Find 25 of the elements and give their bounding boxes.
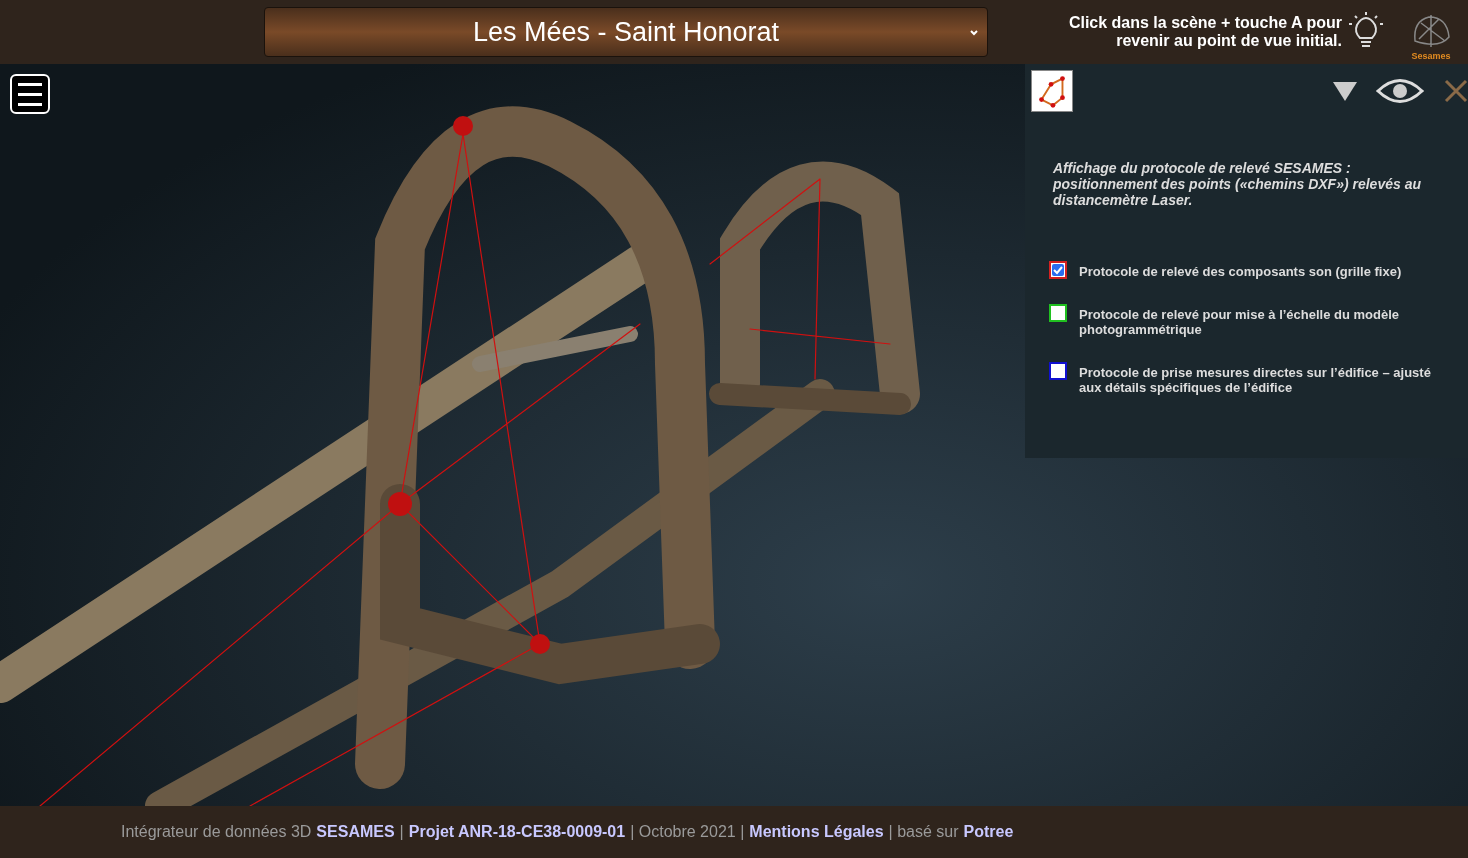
site-select[interactable]: Les Mées - Saint Honorat [264, 7, 988, 57]
footer-link[interactable]: Mentions Légales [749, 823, 884, 841]
layer-checkbox[interactable] [1049, 304, 1067, 322]
footer-text: | [399, 823, 404, 841]
footer-text: | basé sur [888, 823, 959, 841]
eye-icon[interactable] [1376, 78, 1424, 104]
footer-link[interactable]: Potree [963, 823, 1014, 841]
reset-view-hint: Click dans la scène + touche A pour revenir au point de vue initial. [1067, 14, 1342, 50]
layer-checkbox[interactable] [1049, 261, 1067, 279]
layer-label: Protocole de relevé des composants son (grille fixe) [1079, 264, 1402, 279]
footer-text: | Octobre 2021 | [630, 823, 745, 841]
footer-link[interactable]: SESAMES [316, 823, 395, 841]
caret-icon [969, 28, 979, 38]
footer-text: Intégrateur de données 3D [121, 823, 312, 841]
layer-checkbox[interactable] [1049, 362, 1067, 380]
menu-button[interactable] [10, 74, 50, 114]
close-icon[interactable] [1444, 79, 1468, 103]
footer-link[interactable]: Projet ANR-18-CE38-0009-01 [408, 823, 626, 841]
check-icon [1052, 264, 1064, 276]
logo-label: Sesames [1411, 51, 1451, 61]
layer-label: Protocole de prise mesures directes sur l’édifice – ajusté aux détails spécifiques de l’édifice [1079, 365, 1432, 395]
path-tool-icon[interactable] [1031, 70, 1073, 112]
layer-label: Protocole de relevé pour mise à l’échelle du modèle photogrammétrique [1079, 307, 1401, 337]
panel-description: Affichage du protocole de relevé SESAMES : positionnement des points («chemins DXF») relevés au distancemètre Laser. [1053, 160, 1422, 208]
collapse-icon[interactable] [1332, 80, 1358, 102]
